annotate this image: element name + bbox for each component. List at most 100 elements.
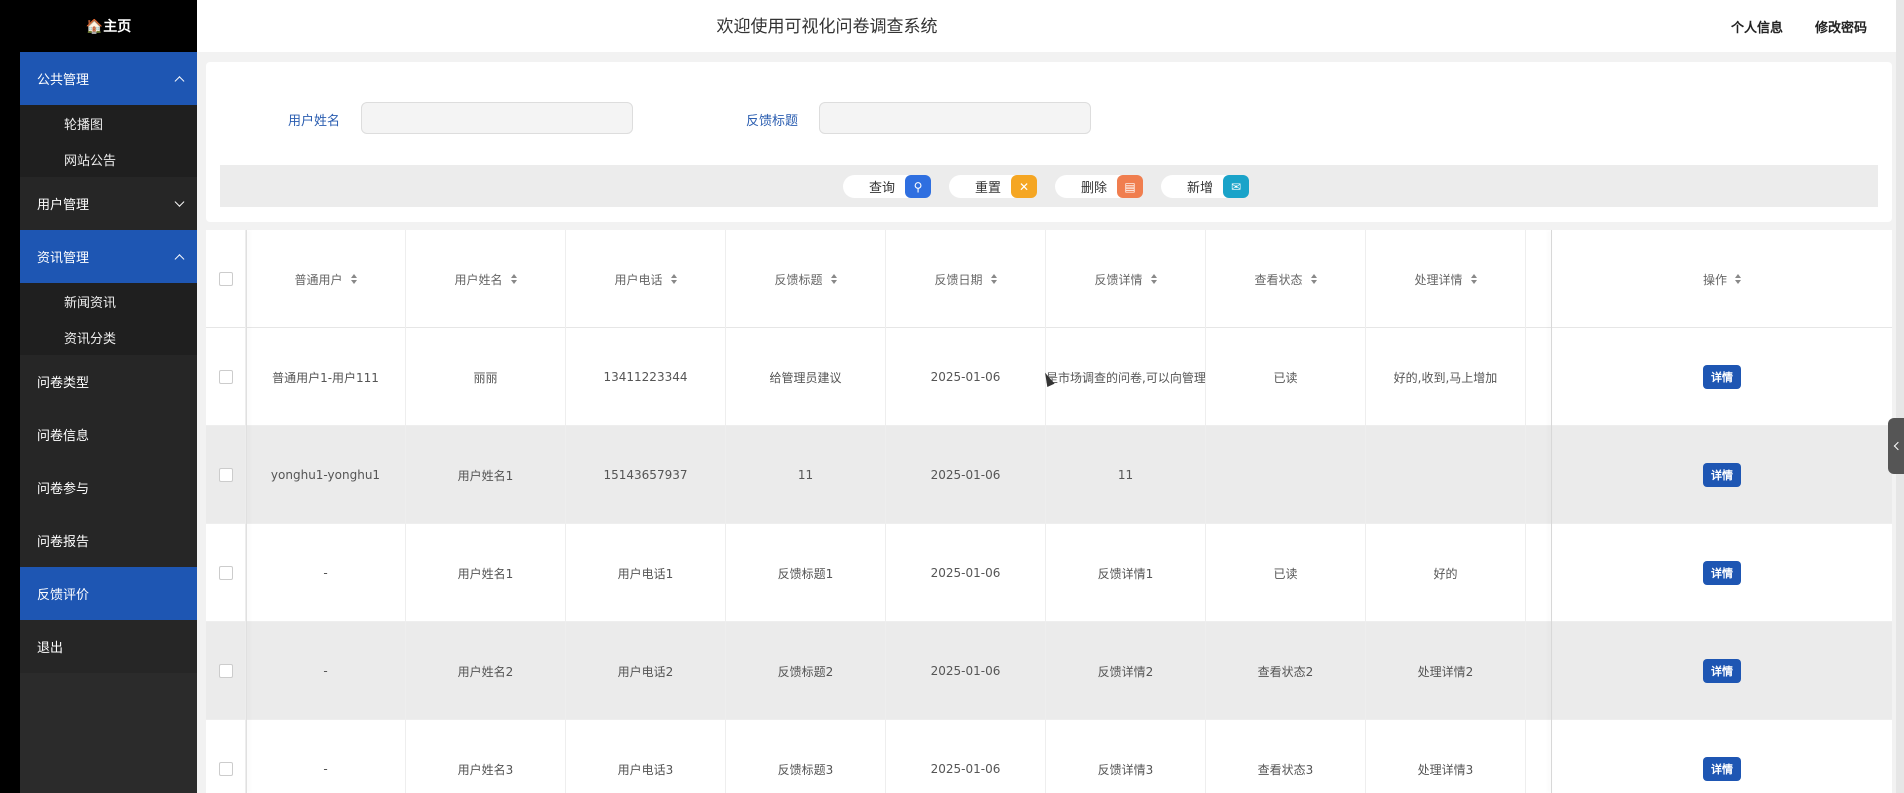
col-header-title[interactable]: 反馈标题	[726, 230, 886, 328]
sidebar-home[interactable]: 🏠主页	[20, 0, 197, 52]
sort-icon	[830, 274, 837, 284]
query-button[interactable]: 查询 ⚲	[843, 175, 931, 198]
cell-handling: 处理详情2	[1366, 622, 1526, 720]
sidebar-group-label: 用户管理	[37, 198, 90, 213]
cell-status: 已读	[1206, 524, 1366, 622]
scrollbar-track[interactable]	[1896, 0, 1904, 793]
row-checkbox[interactable]	[218, 762, 233, 776]
add-button-label: 新增	[1187, 181, 1214, 196]
username-input[interactable]	[361, 102, 633, 134]
title-input[interactable]	[819, 102, 1091, 134]
detail-button[interactable]: 详情	[1703, 659, 1741, 683]
col-header-label: 处理详情	[1414, 272, 1463, 287]
col-header-phone[interactable]: 用户电话	[566, 230, 726, 328]
mail-icon: ✉	[1223, 175, 1249, 198]
sidebar-item-survey-type[interactable]: 问卷类型	[20, 355, 197, 408]
cell-username: 丽丽	[406, 328, 566, 426]
cell-username: 用户姓名3	[406, 720, 566, 793]
cell-date: 2025-01-06	[886, 622, 1046, 720]
cell-title: 反馈标题2	[726, 622, 886, 720]
row-select-cell	[206, 524, 246, 622]
col-header-user[interactable]: 普通用户	[246, 230, 406, 328]
sidebar-item-survey-report[interactable]: 问卷报告	[20, 514, 197, 567]
detail-button[interactable]: 详情	[1703, 365, 1741, 389]
col-header-label: 反馈详情	[1094, 272, 1143, 287]
col-header-detail[interactable]: 反馈详情	[1046, 230, 1206, 328]
col-header-status[interactable]: 查看状态	[1206, 230, 1366, 328]
collapse-panel-tab[interactable]	[1888, 418, 1904, 474]
cell-actions: 详情	[1552, 426, 1892, 524]
cell-user: -	[246, 720, 406, 793]
detail-button[interactable]: 详情	[1703, 757, 1741, 781]
cell-actions: 详情	[1552, 328, 1892, 426]
sidebar-item-news-category[interactable]: 资讯分类	[20, 319, 197, 355]
row-checkbox[interactable]	[218, 566, 233, 580]
cell-status: 已读	[1206, 328, 1366, 426]
row-checkbox[interactable]	[218, 468, 233, 482]
cell-title: 11	[726, 426, 886, 524]
detail-button[interactable]: 详情	[1703, 561, 1741, 585]
sidebar-group-public[interactable]: 公共管理	[20, 52, 197, 105]
cell-username: 用户姓名2	[406, 622, 566, 720]
row-select-cell	[206, 720, 246, 793]
select-all-checkbox[interactable]	[218, 272, 233, 286]
sidebar-item-announcement[interactable]: 网站公告	[20, 141, 197, 177]
cell-handling: 处理详情3	[1366, 720, 1526, 793]
row-checkbox[interactable]	[218, 664, 233, 678]
sidebar-item-survey-info[interactable]: 问卷信息	[20, 408, 197, 461]
username-label: 用户姓名	[288, 114, 341, 129]
chevron-down-icon	[174, 196, 185, 207]
reset-button[interactable]: 重置 ✕	[949, 175, 1037, 198]
sort-icon	[510, 274, 517, 284]
select-all-cell	[206, 230, 246, 328]
sidebar-group-news[interactable]: 资讯管理	[20, 230, 197, 283]
sidebar-group-users[interactable]: 用户管理	[20, 177, 197, 230]
col-header-handling[interactable]: 处理详情	[1366, 230, 1526, 328]
left-edge	[0, 0, 20, 793]
cell-status: 查看状态2	[1206, 622, 1366, 720]
row-select-cell	[206, 622, 246, 720]
col-header-date[interactable]: 反馈日期	[886, 230, 1046, 328]
add-button[interactable]: 新增 ✉	[1161, 175, 1249, 198]
table-row: - 用户姓名3 用户电话3 反馈标题3 2025-01-06 反馈详情3 查看状…	[206, 720, 1892, 793]
fixed-column-divider-right	[1551, 230, 1552, 793]
cell-date: 2025-01-06	[886, 524, 1046, 622]
cell-detail: 是市场调查的问卷,可以向管理员	[1046, 328, 1206, 426]
profile-link[interactable]: 个人信息	[1731, 17, 1783, 36]
sidebar-submenu-news: 新闻资讯 资讯分类	[20, 283, 197, 355]
delete-button-label: 删除	[1081, 181, 1108, 196]
cell-title: 给管理员建议	[726, 328, 886, 426]
sidebar-item-carousel[interactable]: 轮播图	[20, 105, 197, 141]
sort-icon	[990, 274, 997, 284]
change-password-link[interactable]: 修改密码	[1815, 17, 1867, 36]
sidebar-item-logout[interactable]: 退出	[20, 620, 197, 673]
action-bar: 查询 ⚲ 重置 ✕ 删除 ▤ 新增 ✉	[220, 165, 1878, 207]
row-checkbox[interactable]	[218, 370, 233, 384]
cell-handling	[1366, 426, 1526, 524]
title-label: 反馈标题	[746, 114, 799, 129]
sort-icon	[350, 274, 357, 284]
cell-title: 反馈标题3	[726, 720, 886, 793]
close-icon: ✕	[1011, 175, 1037, 198]
sidebar-item-news[interactable]: 新闻资讯	[20, 283, 197, 319]
cell-phone: 用户电话3	[566, 720, 726, 793]
chevron-left-icon	[1893, 441, 1902, 451]
row-select-cell	[206, 426, 246, 524]
cell-username: 用户姓名1	[406, 426, 566, 524]
col-header-actions[interactable]: 操作	[1552, 230, 1892, 328]
sidebar-item-feedback[interactable]: 反馈评价	[20, 567, 197, 620]
sidebar-item-survey-participation[interactable]: 问卷参与	[20, 461, 197, 514]
cell-handling: 好的	[1366, 524, 1526, 622]
table-row: yonghu1-yonghu1 用户姓名1 15143657937 11 202…	[206, 426, 1892, 524]
cell-actions: 详情	[1552, 622, 1892, 720]
trash-icon: ▤	[1117, 175, 1143, 198]
feedback-table: 普通用户 用户姓名 用户电话 反馈标题 反馈日期 反馈详情 查看状态 处理详情 …	[206, 230, 1892, 793]
col-header-label: 操作	[1702, 272, 1727, 287]
delete-button[interactable]: 删除 ▤	[1055, 175, 1143, 198]
table-row: - 用户姓名2 用户电话2 反馈标题2 2025-01-06 反馈详情2 查看状…	[206, 622, 1892, 720]
sort-icon	[670, 274, 677, 284]
detail-button[interactable]: 详情	[1703, 463, 1741, 487]
fixed-column-divider-left	[246, 230, 247, 793]
col-header-username[interactable]: 用户姓名	[406, 230, 566, 328]
col-header-label: 用户姓名	[454, 272, 503, 287]
